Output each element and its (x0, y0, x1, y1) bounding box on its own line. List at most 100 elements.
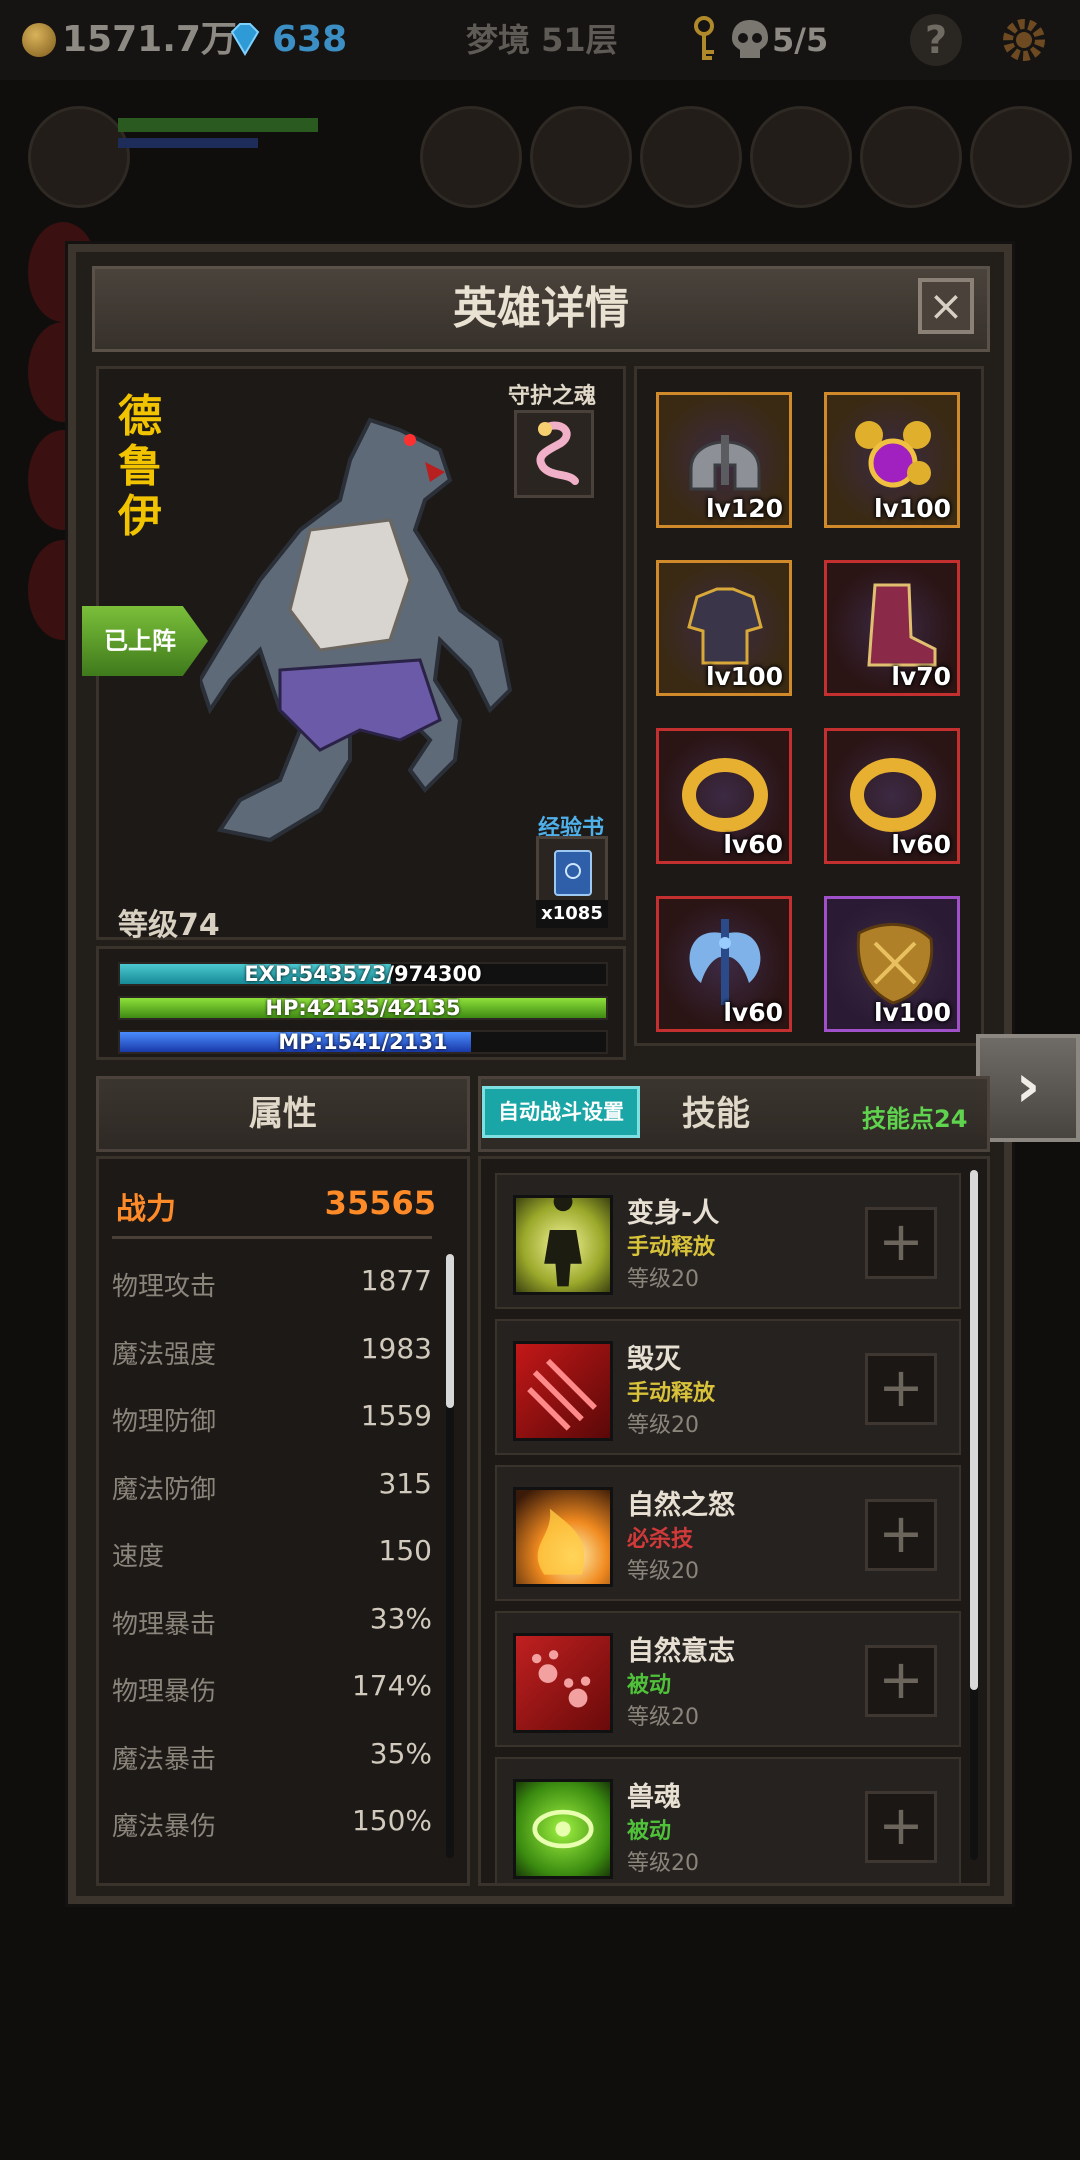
gold-amount: 1571.7万 (62, 19, 237, 60)
skill-card[interactable]: 兽魂被动等级20 + (495, 1757, 961, 1883)
bg-hp-bar (118, 118, 318, 132)
auto-battle-settings-button[interactable]: 自动战斗设置 (482, 1086, 640, 1138)
beast-soul-icon (513, 1779, 613, 1879)
fire-icon (513, 1487, 613, 1587)
attribute-name: 魔法强度 (112, 1339, 217, 1370)
bg-skill-slot (530, 106, 632, 208)
attribute-value: 33% (369, 1601, 432, 1635)
exp-bar: EXP:543573/974300 (118, 962, 608, 986)
attribute-row: 魔法防御 315 (112, 1455, 432, 1515)
gold-coin-icon (22, 23, 56, 57)
guard-soul-slot[interactable] (514, 410, 594, 498)
exp-book-count: x1085 (536, 900, 608, 928)
equipment-slot[interactable]: lv60 (656, 728, 792, 864)
skill-type: 手动释放 (627, 1235, 716, 1260)
gem-count: 638 (272, 19, 348, 60)
skills-tab-label[interactable]: 技能 (682, 1076, 750, 1152)
bg-skill-slot (970, 106, 1072, 208)
attribute-row: 物理攻击 1877 (112, 1252, 432, 1312)
equipment-slot[interactable]: lv60 (656, 896, 792, 1032)
upgrade-skill-button[interactable]: + (865, 1645, 937, 1717)
boots-icon (867, 583, 937, 667)
shield-icon (856, 922, 934, 1005)
skill-name: 毁灭 (627, 1344, 681, 1375)
skill-type: 被动 (627, 1819, 672, 1844)
skill-level: 等级20 (627, 1705, 699, 1730)
attribute-row: 物理暴击 33% (112, 1590, 432, 1650)
equipment-slot[interactable]: lv100 (824, 896, 960, 1032)
skill-name: 兽魂 (627, 1782, 681, 1813)
equipment-level: lv60 (723, 998, 783, 1027)
skill-name: 变身-人 (627, 1198, 720, 1229)
ring-icon (682, 758, 768, 832)
next-hero-button[interactable]: › (976, 1034, 1080, 1142)
hp-bar: HP:42135/42135 (118, 996, 608, 1020)
amulet-icon (855, 421, 931, 488)
skill-card[interactable]: 变身-人手动释放等级20 + (495, 1173, 961, 1309)
skill-type: 必杀技 (627, 1527, 694, 1552)
combat-power-value: 35565 (324, 1184, 436, 1222)
upgrade-skill-button[interactable]: + (865, 1499, 937, 1571)
key-icon (694, 16, 714, 60)
equipment-slot[interactable]: lv100 (656, 560, 792, 696)
mp-bar: MP:1541/2131 (118, 1030, 608, 1054)
attribute-name: 魔法暴伤 (112, 1812, 217, 1842)
attribute-value: 150% (351, 1804, 432, 1837)
upgrade-skill-button[interactable]: + (865, 1791, 937, 1863)
equipment-level: lv70 (891, 662, 951, 691)
upgrade-skill-button[interactable]: + (865, 1353, 937, 1425)
skill-name: 自然意志 (627, 1636, 735, 1667)
hero-name-char: 伊 (118, 491, 162, 542)
equipment-slot[interactable]: lv60 (824, 728, 960, 864)
snake-soul-icon (536, 421, 579, 485)
attribute-name: 物理防御 (112, 1407, 217, 1437)
gear-icon[interactable] (996, 12, 1052, 68)
skill-points: 技能点24 (862, 1105, 968, 1133)
book-icon (554, 850, 592, 896)
skill-level: 等级20 (627, 1267, 699, 1292)
equipment-slot[interactable]: lv70 (824, 560, 960, 696)
axe-icon (689, 919, 761, 1005)
skill-card[interactable]: 自然意志被动等级20 + (495, 1611, 961, 1747)
equipment-slot[interactable]: lv100 (824, 392, 960, 528)
attribute-row: 魔法强度 1983 (112, 1320, 432, 1380)
skill-type: 被动 (627, 1673, 672, 1698)
guard-soul-label: 守护之魂 (508, 384, 597, 409)
skull-icon (732, 20, 768, 58)
help-button[interactable]: ? (910, 14, 962, 66)
bg-skill-slot (640, 106, 742, 208)
exp-text: EXP:543573/974300 (244, 962, 482, 986)
attribute-name: 速度 (112, 1542, 165, 1572)
skills-scrollbar-thumb[interactable] (970, 1170, 978, 1690)
divider (112, 1236, 432, 1239)
skill-level: 等级20 (627, 1851, 699, 1876)
panel-title: 英雄详情 (453, 283, 629, 334)
equipment-level: lv100 (705, 662, 783, 691)
skill-name: 自然之怒 (627, 1490, 735, 1521)
attributes-scrollbar-thumb[interactable] (446, 1254, 454, 1408)
attribute-value: 1559 (360, 1399, 432, 1432)
armor-icon (687, 587, 763, 665)
skill-card[interactable]: 毁灭 手动释放 等级20 + (495, 1319, 961, 1455)
combat-power-label: 战力 (116, 1192, 176, 1227)
bg-skill-slot (420, 106, 522, 208)
attribute-name: 物理攻击 (112, 1272, 217, 1302)
hero-level: 等级74 (118, 908, 220, 943)
attribute-row: 魔法暴击 35% (112, 1725, 432, 1785)
attribute-name: 魔法暴击 (112, 1744, 217, 1775)
equipment-slot[interactable]: lv120 (656, 392, 792, 528)
bg-mp-bar (118, 138, 258, 148)
attribute-value: 150 (378, 1534, 432, 1567)
upgrade-skill-button[interactable]: + (865, 1207, 937, 1279)
deployed-badge: 已上阵 (82, 606, 208, 676)
attribute-row: 速度 150 (112, 1522, 432, 1582)
key-count: 5/5 (772, 21, 829, 59)
diamond-icon (230, 23, 260, 56)
attribute-value: 35% (369, 1736, 432, 1770)
attribute-name: 魔法防御 (112, 1474, 217, 1505)
werewolf-hero-portrait (200, 417, 513, 843)
equipment-level: lv60 (723, 830, 783, 859)
close-button[interactable]: × (918, 278, 974, 334)
bg-hero-avatar (28, 106, 130, 208)
skill-card[interactable]: 自然之怒 必杀技 等级20 + (495, 1465, 961, 1601)
